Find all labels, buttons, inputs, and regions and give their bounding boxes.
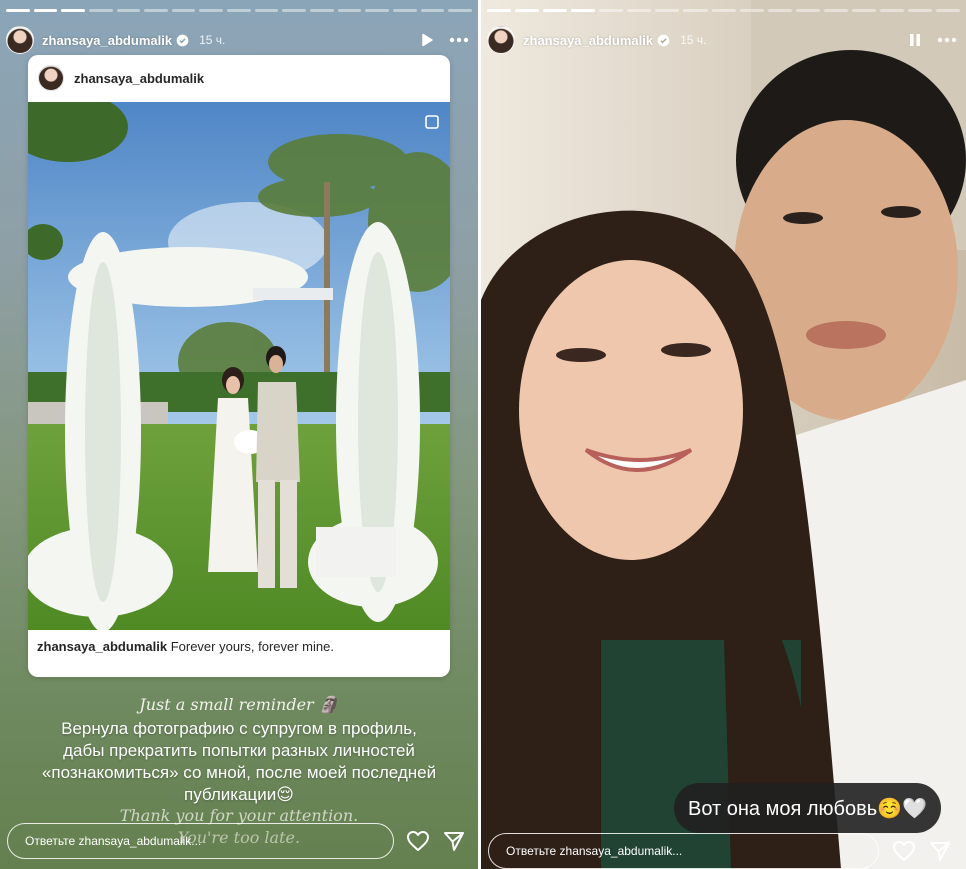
progress-segment [254, 9, 279, 12]
reply-input[interactable]: Ответьте zhansaya_abdumalik... [488, 833, 879, 869]
story-message-line-3: «познакомиться» со мной, после моей посл… [41, 763, 437, 782]
story-progress-bar [487, 9, 961, 12]
story-timestamp: 15 ч. [680, 33, 707, 47]
progress-segment [282, 9, 307, 12]
caption-username[interactable]: zhansaya_abdumalik [37, 639, 167, 654]
progress-segment [936, 9, 961, 12]
progress-segment [907, 9, 932, 12]
progress-segment [543, 9, 568, 12]
caption-text: Forever yours, forever mine. [170, 639, 334, 654]
progress-segment [88, 9, 113, 12]
story-script-text-top: Just a small reminder 🗿 [139, 695, 339, 714]
progress-segment [711, 9, 736, 12]
progress-segment [487, 9, 512, 12]
progress-segment [116, 9, 141, 12]
like-heart-icon[interactable] [891, 838, 917, 864]
progress-segment [171, 9, 196, 12]
post-avatar[interactable] [38, 65, 64, 91]
post-caption: zhansaya_abdumalik Forever yours, foreve… [37, 639, 334, 654]
verified-badge-icon [176, 34, 189, 46]
story-message-line-4: публикации😌 [183, 785, 294, 804]
text-sticker: Вот она моя любовь☺️🤍 [674, 783, 941, 833]
reply-input[interactable]: Ответьте zhansaya_abdumalik... [7, 823, 394, 859]
wedding-photo [28, 102, 450, 630]
progress-segment [310, 9, 334, 12]
shared-post-card[interactable]: zhansaya_abdumalik zhansaya_abdumalik Fo… [28, 55, 450, 677]
progress-segment [683, 9, 708, 12]
send-direct-icon[interactable] [441, 828, 467, 854]
like-heart-icon[interactable] [405, 828, 431, 854]
story-left[interactable]: zhansaya_abdumalik 15 ч. zhansaya_abduma… [0, 0, 478, 869]
profile-avatar[interactable] [6, 26, 34, 54]
progress-segment [851, 9, 876, 12]
pause-icon[interactable] [904, 29, 926, 51]
more-icon[interactable] [448, 29, 470, 51]
progress-segment [448, 9, 472, 12]
reply-placeholder: Ответьте zhansaya_abdumalik... [25, 834, 202, 848]
progress-segment [599, 9, 624, 12]
more-icon[interactable] [936, 29, 958, 51]
story-message-line-2: дабы прекратить попытки разных личностей [63, 741, 415, 760]
progress-segment [392, 9, 417, 12]
play-icon[interactable] [416, 29, 438, 51]
progress-segment [571, 9, 596, 12]
progress-segment [420, 9, 445, 12]
progress-segment [795, 9, 820, 12]
progress-segment [767, 9, 792, 12]
story-username[interactable]: zhansaya_abdumalik [42, 33, 172, 48]
reply-placeholder: Ответьте zhansaya_abdumalik... [506, 844, 683, 858]
progress-segment [6, 9, 30, 12]
progress-segment [227, 9, 251, 12]
story-header: zhansaya_abdumalik 15 ч. [6, 24, 470, 56]
progress-segment [337, 9, 362, 12]
progress-segment [655, 9, 680, 12]
story-header: zhansaya_abdumalik 15 ч. [487, 24, 958, 56]
progress-segment [739, 9, 764, 12]
post-header: zhansaya_abdumalik [28, 55, 450, 101]
progress-segment [627, 9, 652, 12]
progress-segment [33, 9, 58, 12]
post-username[interactable]: zhansaya_abdumalik [74, 71, 204, 86]
progress-segment [823, 9, 848, 12]
progress-segment [199, 9, 224, 12]
progress-segment [879, 9, 904, 12]
progress-segment [144, 9, 168, 12]
progress-segment [61, 9, 85, 12]
profile-avatar[interactable] [487, 26, 515, 54]
story-timestamp: 15 ч. [199, 33, 226, 47]
story-username[interactable]: zhansaya_abdumalik [523, 33, 653, 48]
progress-segment [515, 9, 540, 12]
send-direct-icon[interactable] [927, 838, 953, 864]
verified-badge-icon [657, 34, 670, 46]
story-right[interactable]: zhansaya_abdumalik 15 ч. Вот она моя люб… [481, 0, 966, 869]
selfie-photo [481, 0, 966, 869]
story-message-line-1: Вернула фотографию с супругом в профиль, [61, 719, 417, 738]
progress-segment [365, 9, 389, 12]
story-progress-bar [6, 9, 472, 12]
